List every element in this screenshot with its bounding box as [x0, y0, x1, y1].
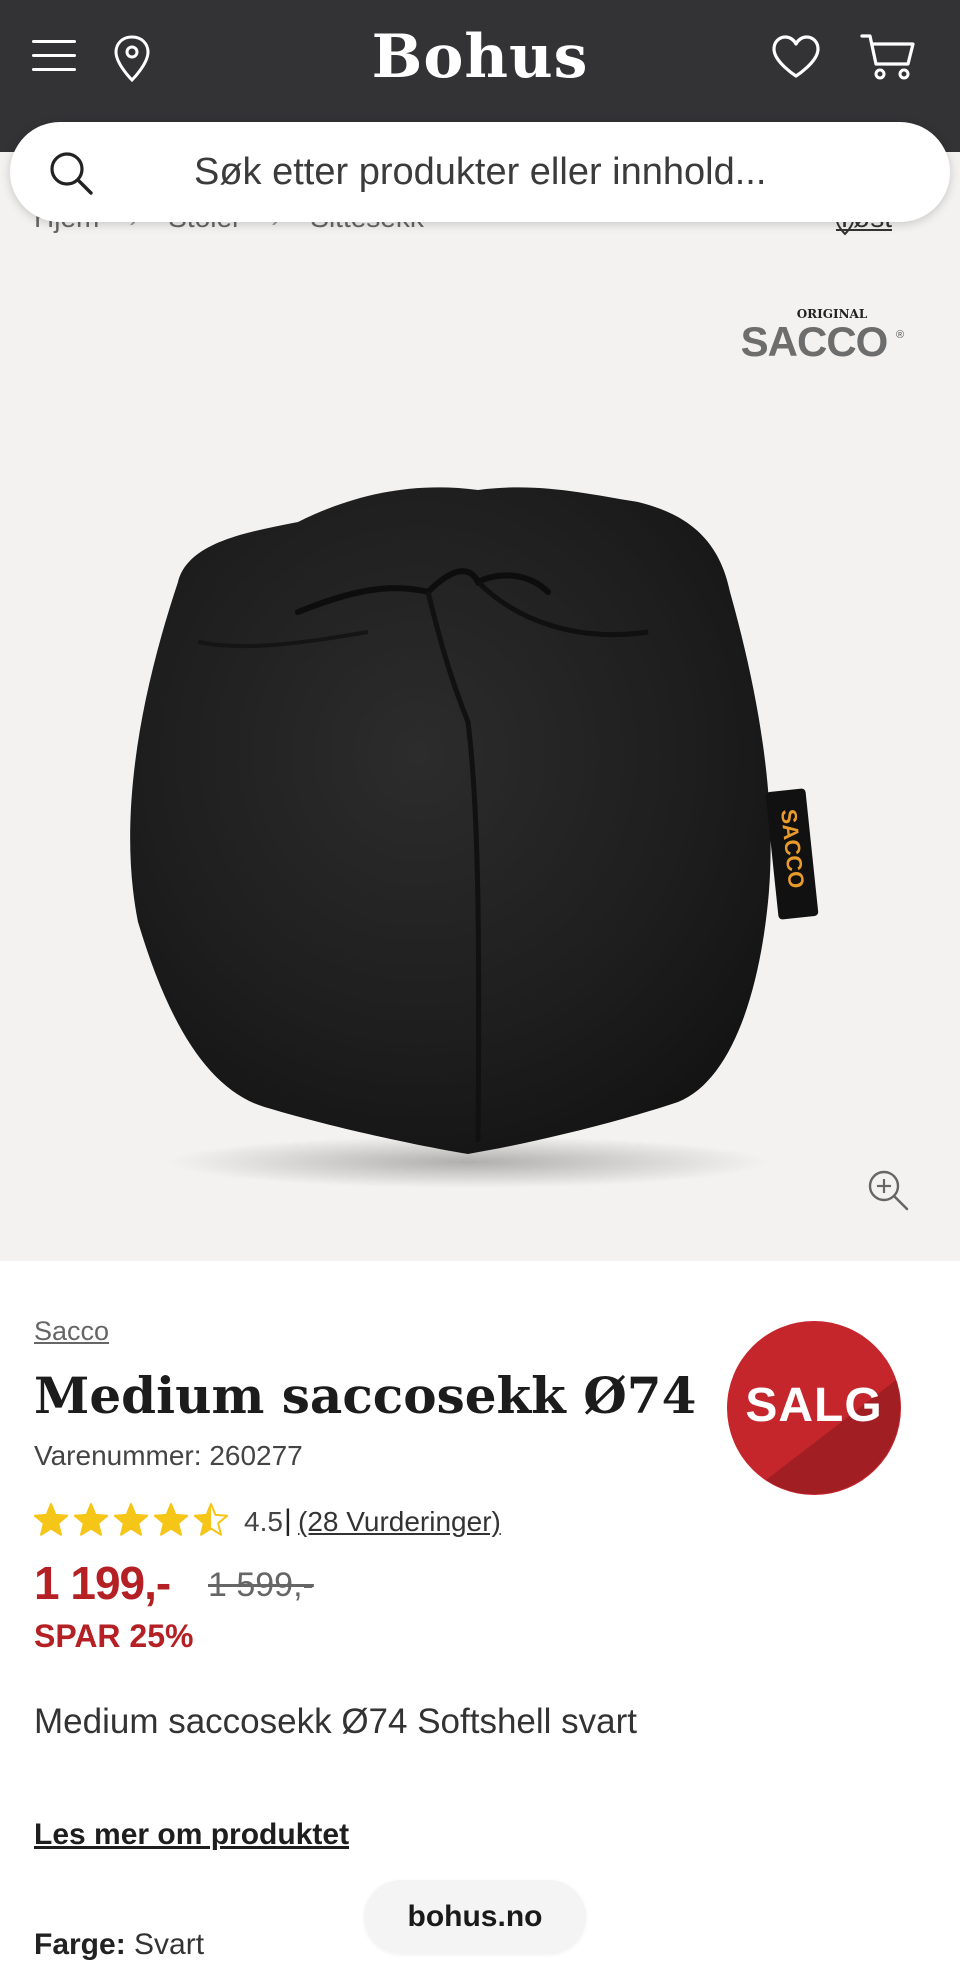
color-selector[interactable]: Farge: Svart: [34, 1928, 204, 1962]
search-icon[interactable]: [48, 150, 94, 196]
product-sku: Varenummer: 260277: [34, 1440, 303, 1471]
heart-icon[interactable]: [770, 34, 822, 80]
zoom-icon[interactable]: [866, 1168, 910, 1212]
read-more-link[interactable]: Les mer om produktet: [34, 1818, 349, 1852]
savings-label: SPAR 25%: [34, 1618, 194, 1654]
product-title: Medium saccosekk Ø74: [34, 1366, 697, 1425]
rating-star-icon: [193, 1503, 229, 1536]
svg-text:®: ®: [896, 329, 904, 341]
product-description: Medium saccosekk Ø74 Softshell svart: [34, 1702, 638, 1741]
sale-badge-label: SALG: [745, 1379, 883, 1432]
search-bar[interactable]: [10, 122, 950, 222]
rating-star-icon: [113, 1503, 149, 1536]
rating-star-icon: [34, 1503, 69, 1536]
domain-pill[interactable]: bohus.no: [364, 1880, 586, 1954]
reviews-link[interactable]: (28 Vurderinger): [298, 1506, 501, 1538]
color-value: Svart: [134, 1928, 205, 1961]
current-price: 1 199,-: [34, 1557, 171, 1609]
product-image[interactable]: SACCO: [118, 402, 838, 1202]
product-gallery: Hjem › Stoler › Sittesekk Tøst ORIGINAL …: [0, 152, 960, 1261]
cart-icon[interactable]: [860, 32, 916, 82]
search-input[interactable]: [194, 142, 894, 202]
rating-divider: |: [284, 1504, 292, 1537]
brand-link[interactable]: Sacco: [34, 1316, 109, 1347]
rating-star-icon: [73, 1503, 109, 1536]
rating-star-icon: [153, 1503, 189, 1536]
sale-badge: SALG: [726, 1320, 902, 1496]
rating-value: 4.5: [244, 1506, 283, 1537]
svg-text:SACCO: SACCO: [741, 318, 888, 365]
rating-stars: [34, 1503, 229, 1536]
original-price: 1 599,-: [208, 1566, 314, 1604]
sacco-brand-logo: ORIGINAL SACCO ®: [741, 307, 904, 365]
color-label: Farge:: [34, 1928, 126, 1961]
